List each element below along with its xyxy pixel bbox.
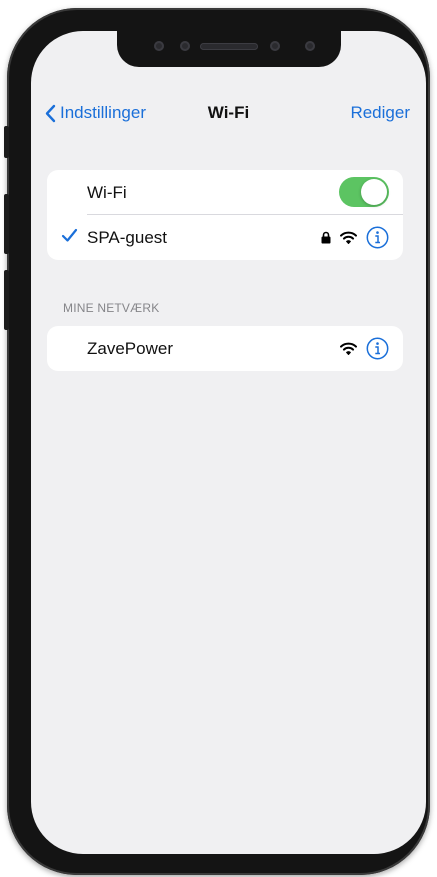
toggle-knob (361, 179, 387, 205)
connected-network-row[interactable]: SPA-guest (47, 215, 403, 260)
network-name: ZavePower (87, 338, 173, 358)
wifi-toggle-row: Wi-Fi (47, 170, 403, 215)
wifi-signal-icon (340, 342, 357, 355)
sensor-dot (180, 41, 190, 51)
screen: Indstillinger Wi-Fi Rediger Wi-Fi SPA-gu… (31, 31, 426, 854)
checkmark-icon (61, 228, 78, 242)
wifi-toggle-label: Wi-Fi (87, 182, 127, 202)
front-camera (305, 41, 315, 51)
navigation-bar: Indstillinger Wi-Fi Rediger (31, 99, 426, 129)
notch (117, 31, 341, 67)
sensor-dot (270, 41, 280, 51)
volume-up-button (4, 194, 9, 254)
section-header-my-networks: MINE NETVÆRK (63, 301, 160, 315)
info-icon (366, 226, 389, 249)
earpiece-speaker (200, 43, 258, 50)
my-networks-group: ZavePower (47, 326, 403, 371)
phone-frame: Indstillinger Wi-Fi Rediger Wi-Fi SPA-gu… (4, 8, 430, 875)
network-info-button[interactable] (366, 337, 389, 360)
edit-button[interactable]: Rediger (350, 103, 410, 123)
info-icon (366, 337, 389, 360)
volume-down-button (4, 270, 9, 330)
action-button (4, 126, 9, 158)
wifi-toggle[interactable] (339, 177, 389, 207)
sensor-dot (154, 41, 164, 51)
network-name: SPA-guest (87, 227, 168, 247)
wifi-group: Wi-Fi SPA-guest (47, 170, 403, 260)
lock-icon (321, 231, 331, 244)
network-row[interactable]: ZavePower (47, 326, 403, 371)
wifi-signal-icon (340, 231, 357, 244)
network-info-button[interactable] (366, 226, 389, 249)
